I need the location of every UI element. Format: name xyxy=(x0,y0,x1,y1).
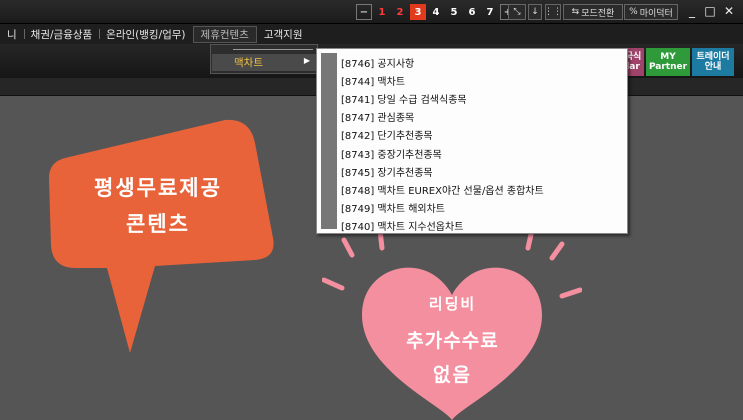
menu-item-online[interactable]: 온라인(뱅킹/업무) xyxy=(99,24,192,44)
minimize-button[interactable]: _ xyxy=(684,3,700,19)
mac-chart-label: 맥차트 xyxy=(234,57,263,69)
submenu-item[interactable]: [8741] 당일 수급 검색식종목 xyxy=(341,89,544,107)
mac-chart-submenu: [8746] 공지사항 [8744] 맥차트 [8741] 당일 수급 검색식종목[… xyxy=(316,48,628,234)
trader-guide-label1: 트레이더 xyxy=(696,52,730,62)
my-partner-label2: Partner xyxy=(648,62,688,72)
my-partner-button[interactable]: MY Partner xyxy=(646,48,690,76)
submenu-item[interactable]: [8748] 맥차트 EUREX야간 선물/옵션 종합차트 xyxy=(341,180,544,198)
menu-item-support[interactable]: 고객지원 xyxy=(257,24,310,44)
workspace-4-button[interactable]: 4 xyxy=(428,4,444,20)
menu-item-bonds[interactable]: 채권/금융상품 xyxy=(23,24,100,44)
submenu-item[interactable]: [8740] 맥차트 지수선옵차트 xyxy=(341,217,544,235)
menu-separator xyxy=(233,49,313,50)
workspace-1-button[interactable]: 1 xyxy=(374,4,390,20)
mydesk-button[interactable]: % 마이덕터 xyxy=(624,4,678,20)
heart-line-2: 추가수수료 xyxy=(406,330,499,352)
download-icon[interactable]: ↓ xyxy=(528,4,542,20)
submenu-item[interactable]: [8747] 관심종목 xyxy=(341,108,544,126)
submenu-item[interactable]: [8746] 공지사항 xyxy=(341,53,544,71)
workspace-2-button[interactable]: 2 xyxy=(392,4,408,20)
doctor-icon: % xyxy=(629,7,638,17)
partner-content-menu: 맥차트 ▶ xyxy=(210,44,318,74)
workspace-6-button[interactable]: 6 xyxy=(464,4,480,20)
maximize-button[interactable]: □ xyxy=(702,3,718,19)
trader-guide-button[interactable]: 트레이더 안내 xyxy=(692,48,734,76)
heart-line-3: 없음 xyxy=(433,364,472,386)
trader-guide-label2: 안내 xyxy=(704,62,722,72)
my-partner-label1: MY xyxy=(660,52,676,62)
heart-shape xyxy=(322,230,582,420)
workspace-minus-button[interactable]: − xyxy=(356,4,372,20)
workspace-7-button[interactable]: 7 xyxy=(482,4,498,20)
workspace-selector: − 1 2 3 4 5 6 7 + xyxy=(356,4,516,20)
submenu-item[interactable]: [8749] 맥차트 해외차트 xyxy=(341,199,544,217)
submenu-list: [8746] 공지사항 [8744] 맥차트 [8741] 당일 수급 검색식종목[… xyxy=(341,53,544,235)
submenu-item[interactable]: [8745] 장기추천종목 xyxy=(341,162,544,180)
submenu-item[interactable]: [8744] 맥차트 xyxy=(341,71,544,89)
shrink-icon[interactable]: ⤡ xyxy=(508,4,526,20)
heart-line-1: 리딩비 xyxy=(428,295,477,313)
submenu-item[interactable]: [8743] 중장기추천종목 xyxy=(341,144,544,162)
bubble-line-1: 평생무료제공 xyxy=(94,176,222,200)
workspace-3-button[interactable]: 3 xyxy=(410,4,426,20)
title-bar: − 1 2 3 4 5 6 7 + ⤡ ↓ ⋮⋮ ⇆ 모드전환 % 마이덕터 _… xyxy=(0,0,743,24)
menu-bar: 니 채권/금융상품 온라인(뱅킹/업무) 제휴컨텐츠 고객지원 xyxy=(0,24,743,44)
mode-switch-button[interactable]: ⇆ 모드전환 xyxy=(563,4,623,20)
menu-item-mac-chart[interactable]: 맥차트 ▶ xyxy=(212,54,316,71)
bubble-line-2: 콘텐츠 xyxy=(126,212,190,236)
workspace-5-button[interactable]: 5 xyxy=(446,4,462,20)
mode-switch-label: 모드전환 xyxy=(581,8,615,19)
mydesk-label: 마이덕터 xyxy=(639,8,673,19)
close-button[interactable]: ✕ xyxy=(721,3,737,19)
submenu-item[interactable]: [8742] 단기추천종목 xyxy=(341,126,544,144)
menu-item-partner-content[interactable]: 제휴컨텐츠 xyxy=(192,25,257,43)
menu-item-partial[interactable]: 니 xyxy=(0,24,24,44)
grid-icon[interactable]: ⋮⋮ xyxy=(544,4,562,20)
mode-switch-icon: ⇆ xyxy=(571,7,580,17)
speech-bubble-shape xyxy=(49,119,274,353)
submenu-arrow-icon: ▶ xyxy=(303,56,310,65)
submenu-icon-gutter xyxy=(321,53,337,229)
